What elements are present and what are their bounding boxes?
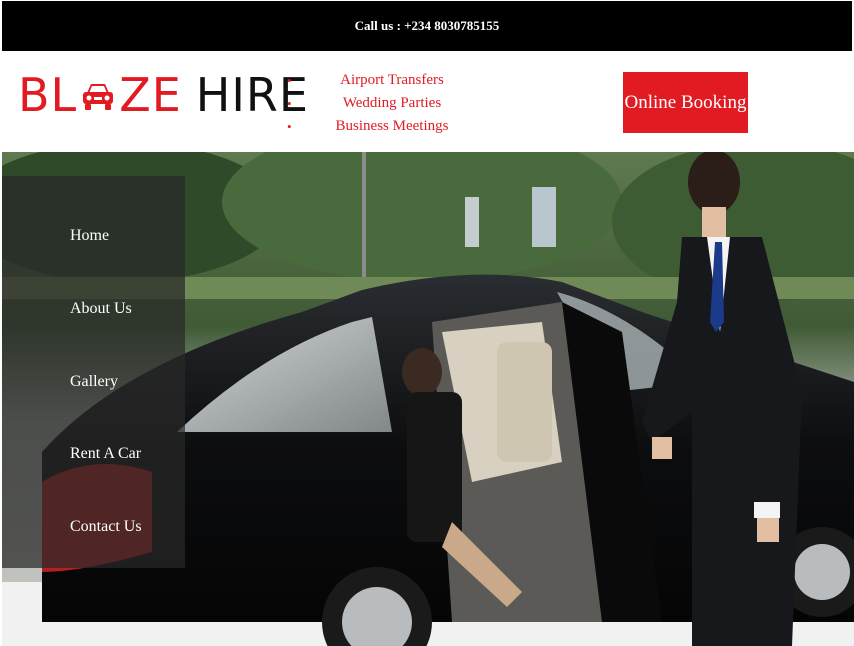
blaze-hire-logo[interactable]: BL ZE HIRE	[18, 69, 309, 121]
logo-text-ze: ZE	[119, 68, 182, 122]
nav-item-contact-us[interactable]: Contact Us	[70, 518, 142, 536]
call-us-text: Call us : +234 8030785155	[354, 18, 500, 33]
logo-text-bl: BL	[18, 68, 78, 122]
online-booking-button[interactable]: Online Booking	[623, 72, 748, 133]
nav-item-home[interactable]: Home	[70, 227, 109, 245]
nav-item-rent-a-car[interactable]: Rent A Car	[70, 445, 141, 463]
list-item: • Wedding Parties	[280, 92, 480, 115]
car-icon	[79, 76, 117, 114]
bullet-icon: •	[287, 119, 292, 134]
services-list: • Airport Transfers • Wedding Parties • Bus…	[280, 69, 480, 138]
list-item: • Airport Transfers	[280, 69, 480, 92]
nav-item-about-us[interactable]: About Us	[70, 300, 132, 318]
nav-item-gallery[interactable]: Gallery	[70, 373, 118, 391]
bullet-icon: •	[287, 96, 292, 111]
side-navigation: Home About Us Gallery Rent A Car Contact…	[2, 176, 185, 568]
bullet-icon: •	[287, 73, 292, 88]
list-item: • Business Meetings	[280, 115, 480, 138]
header: BL ZE HIRE • Airport Transfers • Wedding P…	[0, 51, 854, 152]
top-bar: Call us : +234 8030785155	[2, 1, 852, 51]
